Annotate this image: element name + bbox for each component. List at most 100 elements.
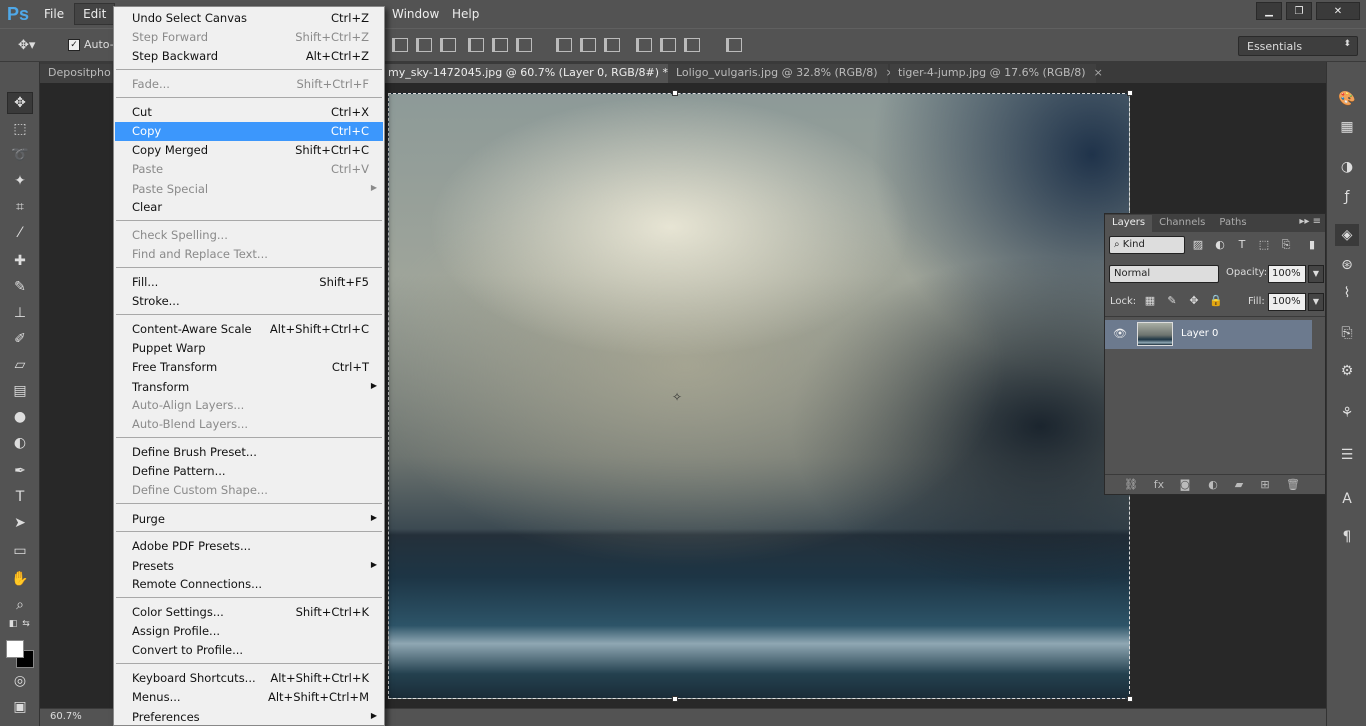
brush-panel-icon[interactable]: ⚘: [1335, 402, 1359, 424]
close-button[interactable]: ✕: [1316, 2, 1360, 20]
menu-item-cut[interactable]: Cut Ctrl+X: [115, 103, 383, 122]
filter-kind-select[interactable]: ⌕ Kind: [1109, 236, 1185, 254]
visibility-eye-icon[interactable]: 👁: [1113, 327, 1127, 340]
document-tab-active[interactable]: my_sky-1472045.jpg @ 60.7% (Layer 0, RGB…: [380, 64, 685, 83]
menu-item-paste[interactable]: Paste Ctrl+V: [115, 160, 383, 179]
menu-edit[interactable]: Edit: [74, 3, 116, 25]
foreground-color-swatch[interactable]: [6, 640, 24, 658]
move-tool-preset-icon[interactable]: ✥▾: [18, 38, 35, 53]
opacity-input[interactable]: 100%: [1268, 265, 1306, 283]
link-layers-icon[interactable]: ⛓: [1123, 477, 1139, 493]
menu-item-fade[interactable]: Fade... Shift+Ctrl+F: [115, 75, 383, 94]
menu-item-define-custom-shape[interactable]: Define Custom Shape...: [115, 481, 383, 500]
screen-mode-icon[interactable]: ▣: [7, 696, 33, 718]
menu-item-transform[interactable]: Transform ▶: [115, 378, 383, 397]
zoom-level[interactable]: 60.7%: [50, 711, 82, 722]
brush-tool-icon[interactable]: ✎: [7, 276, 33, 298]
marquee-tool-icon[interactable]: ⬚: [7, 118, 33, 140]
layers-panel-icon[interactable]: ◈: [1335, 224, 1359, 246]
align-icon[interactable]: [516, 38, 532, 52]
restore-button[interactable]: ❐: [1286, 2, 1312, 20]
align-icon[interactable]: [392, 38, 408, 52]
menu-item-define-brush[interactable]: Define Brush Preset...: [115, 443, 383, 462]
transform-handle[interactable]: [672, 90, 678, 96]
menu-item-content-aware-scale[interactable]: Content-Aware Scale Alt+Shift+Ctrl+C: [115, 320, 383, 339]
distribute-icon[interactable]: [604, 38, 620, 52]
checkbox-icon[interactable]: ✓: [68, 38, 80, 51]
lock-all-icon[interactable]: 🔒: [1209, 294, 1223, 308]
shape-tool-icon[interactable]: ▭: [7, 540, 33, 562]
type-tool-icon[interactable]: T: [7, 486, 33, 508]
document-tab[interactable]: Depositpho: [40, 64, 112, 83]
menu-item-preferences[interactable]: Preferences ▶: [115, 708, 383, 726]
menu-item-stroke[interactable]: Stroke...: [115, 292, 383, 311]
align-icon[interactable]: [468, 38, 484, 52]
distribute-icon[interactable]: [580, 38, 596, 52]
align-icon[interactable]: [492, 38, 508, 52]
menu-item-step-backward[interactable]: Step Backward Alt+Ctrl+Z: [115, 47, 383, 66]
menu-item-clear[interactable]: Clear: [115, 198, 383, 217]
auto-select-option[interactable]: ✓ Auto-: [68, 38, 114, 51]
eraser-icon[interactable]: ▱: [7, 354, 33, 376]
fill-dropdown-icon[interactable]: ▼: [1308, 293, 1324, 311]
menu-item-purge[interactable]: Purge ▶: [115, 510, 383, 529]
tab-paths[interactable]: Paths: [1212, 215, 1253, 232]
adjustment-filter-icon[interactable]: ◐: [1213, 238, 1227, 252]
menu-item-remote-connections[interactable]: Remote Connections...: [115, 575, 383, 594]
document-tab[interactable]: tiger-4-jump.jpg @ 17.6% (RGB/8) ×: [890, 64, 1103, 83]
menu-item-undo[interactable]: Undo Select Canvas Ctrl+Z: [115, 9, 383, 28]
swap-colors-icon[interactable]: ⇆: [20, 618, 32, 630]
new-layer-icon[interactable]: ⊞: [1257, 477, 1273, 493]
swatches-panel-icon[interactable]: ▦: [1335, 116, 1359, 138]
properties-panel-icon[interactable]: ⚙: [1335, 360, 1359, 382]
close-tab-icon[interactable]: ×: [1094, 66, 1103, 79]
type-filter-icon[interactable]: T: [1235, 238, 1249, 252]
fill-input[interactable]: 100%: [1268, 293, 1306, 311]
menu-item-copy[interactable]: Copy Ctrl+C: [115, 122, 383, 141]
tab-layers[interactable]: Layers: [1105, 215, 1153, 232]
menu-item-fill[interactable]: Fill... Shift+F5: [115, 273, 383, 292]
smart-object-filter-icon[interactable]: ⎘: [1279, 238, 1293, 252]
history-brush-icon[interactable]: ✐: [7, 328, 33, 350]
menu-item-free-transform[interactable]: Free Transform Ctrl+T: [115, 358, 383, 377]
pen-tool-icon[interactable]: ✒: [7, 460, 33, 482]
menu-item-color-settings[interactable]: Color Settings... Shift+Ctrl+K: [115, 603, 383, 622]
document-tab[interactable]: Loligo_vulgaris.jpg @ 32.8% (RGB/8)×: [668, 64, 895, 83]
adjustment-layer-icon[interactable]: ◐: [1205, 477, 1221, 493]
menu-item-assign-profile[interactable]: Assign Profile...: [115, 622, 383, 641]
document-canvas[interactable]: ✧: [388, 93, 1130, 699]
align-icon[interactable]: [440, 38, 456, 52]
character-panel-icon[interactable]: A: [1335, 488, 1359, 510]
distribute-icon[interactable]: [684, 38, 700, 52]
menu-item-menus[interactable]: Menus... Alt+Shift+Ctrl+M: [115, 688, 383, 707]
distribute-icon[interactable]: [556, 38, 572, 52]
layer-name[interactable]: Layer 0: [1181, 328, 1218, 339]
quick-mask-icon[interactable]: ◎: [7, 670, 33, 692]
paragraph-panel-icon[interactable]: ¶: [1335, 526, 1359, 548]
add-mask-icon[interactable]: ◙: [1177, 477, 1193, 493]
minimize-button[interactable]: ▁: [1256, 2, 1282, 20]
lock-transparency-icon[interactable]: ▦: [1143, 294, 1157, 308]
lock-pixels-icon[interactable]: ✎: [1165, 294, 1179, 308]
magic-wand-icon[interactable]: ✦: [7, 170, 33, 192]
clone-stamp-icon[interactable]: ⊥: [7, 302, 33, 324]
menu-item-find-replace[interactable]: Find and Replace Text...: [115, 245, 383, 264]
menu-item-define-pattern[interactable]: Define Pattern...: [115, 462, 383, 481]
menu-file[interactable]: File: [36, 4, 72, 24]
menu-help[interactable]: Help: [444, 4, 487, 24]
adjustments-panel-icon[interactable]: ◑: [1335, 156, 1359, 178]
filter-toggle-icon[interactable]: ▮: [1305, 238, 1319, 252]
blur-tool-icon[interactable]: ●: [7, 406, 33, 428]
transform-handle[interactable]: [672, 696, 678, 702]
menu-item-presets[interactable]: Presets ▶: [115, 557, 383, 576]
opacity-dropdown-icon[interactable]: ▼: [1308, 265, 1324, 283]
menu-item-puppet-warp[interactable]: Puppet Warp: [115, 339, 383, 358]
styles-panel-icon[interactable]: ƒ: [1335, 186, 1359, 208]
trash-icon[interactable]: 🗑: [1285, 477, 1301, 493]
move-tool-icon[interactable]: ✥: [7, 92, 33, 114]
menu-window[interactable]: Window: [384, 4, 447, 24]
menu-item-check-spelling[interactable]: Check Spelling...: [115, 226, 383, 245]
menu-item-step-forward[interactable]: Step Forward Shift+Ctrl+Z: [115, 28, 383, 47]
path-selection-icon[interactable]: ➤: [7, 512, 33, 534]
new-group-icon[interactable]: ▰: [1231, 477, 1247, 493]
